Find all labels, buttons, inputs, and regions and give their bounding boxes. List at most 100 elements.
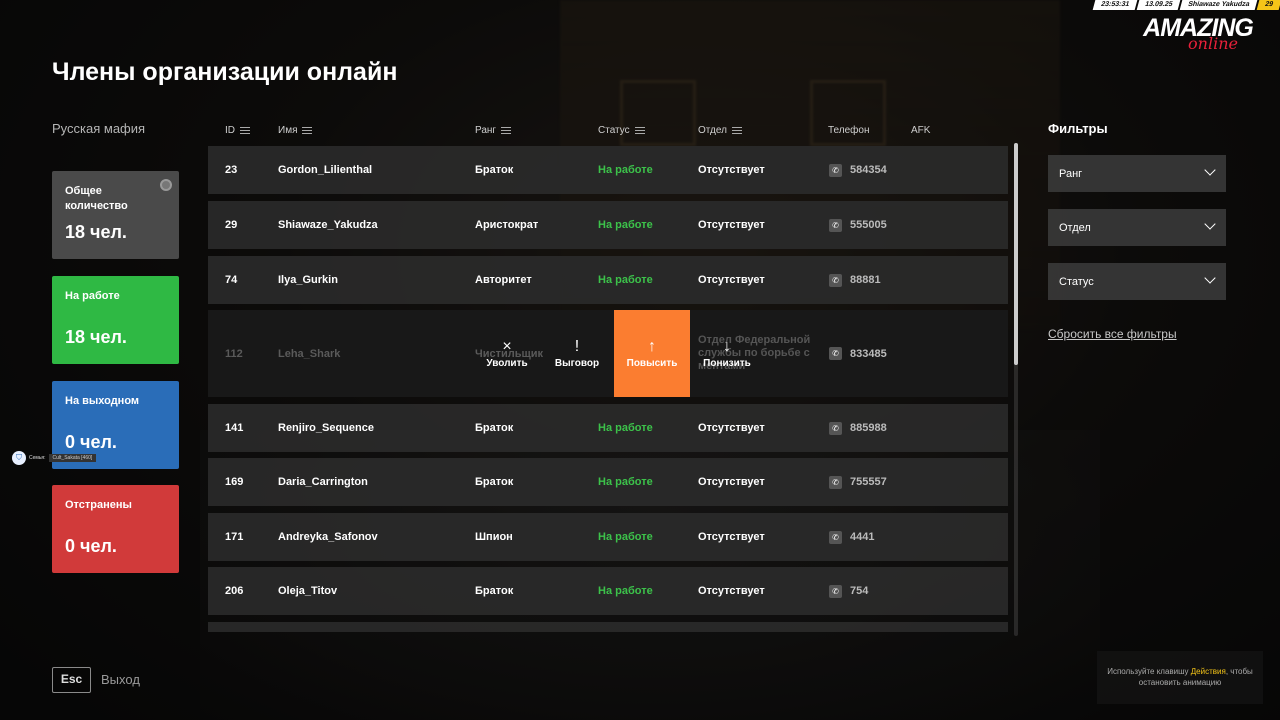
sort-icon	[731, 127, 742, 134]
hint-key: Действия	[1190, 667, 1226, 676]
cell-rank: Браток	[475, 585, 514, 597]
cell-id: 74	[225, 274, 238, 286]
phone-number: 833485	[850, 347, 887, 360]
column-header-id[interactable]: ID	[225, 125, 250, 136]
phone-icon: ✆	[829, 421, 842, 435]
cell-department: Отсутствует	[698, 531, 765, 543]
cell-name: Daria_Carrington	[278, 476, 368, 488]
stat-card-at-work[interactable]: На работе 18 чел.	[52, 276, 179, 364]
filter-status-dropdown[interactable]: Статус	[1048, 263, 1226, 300]
chevron-down-icon	[1204, 164, 1216, 176]
hint-text-before: Используйте клавишу	[1107, 667, 1191, 676]
column-header-name[interactable]: Имя	[278, 125, 313, 136]
chevron-down-icon	[1204, 272, 1216, 284]
filter-rank-dropdown[interactable]: Ранг	[1048, 155, 1226, 192]
family-tag: ⛉ Семья: Cult_Sakata [460]	[12, 451, 97, 465]
cell-status: На работе	[598, 219, 653, 231]
phone-icon: ✆	[829, 584, 842, 598]
cell-rank: Браток	[475, 422, 514, 434]
filter-department-dropdown[interactable]: Отдел	[1048, 209, 1226, 246]
filter-label: Отдел	[1059, 221, 1091, 234]
reset-filters-link[interactable]: Сбросить все фильтры	[1048, 327, 1177, 341]
cell-rank: Авторитет	[475, 274, 532, 286]
phone-number: 754	[850, 585, 869, 597]
cell-department: Отсутствует	[698, 476, 765, 488]
stat-card-total[interactable]: Общее количество 18 чел.	[52, 171, 179, 259]
row-actions: × Уволить ! Выговор ↑ Повысить ↓ Понизит…	[472, 310, 762, 397]
stat-label: На выходном	[65, 395, 140, 407]
cell-id: 206	[225, 585, 244, 597]
column-label: ID	[225, 125, 235, 136]
phone-number: 584354	[850, 164, 887, 176]
exclamation-icon: !	[574, 338, 580, 355]
table-row[interactable]: 169 Daria_Carrington Браток На работе От…	[208, 458, 1008, 506]
phone-number: 555005	[850, 219, 887, 231]
table-row[interactable]: 141 Renjiro_Sequence Браток На работе От…	[208, 404, 1008, 452]
cell-name: Andreyka_Safonov	[278, 531, 378, 543]
phone-icon: ✆	[829, 163, 842, 177]
table-row[interactable]: 23 Gordon_Lilienthal Браток На работе От…	[208, 146, 1008, 194]
table-row[interactable]: 74 Ilya_Gurkin Авторитет На работе Отсут…	[208, 256, 1008, 304]
cell-department: Отсутствует	[698, 422, 765, 434]
cell-status: На работе	[598, 531, 653, 543]
action-label: Выговор	[554, 358, 600, 369]
cell-id: 171	[225, 531, 244, 543]
cell-id: 23	[225, 164, 238, 176]
hud-level: 29	[1256, 0, 1280, 10]
sort-icon	[302, 127, 313, 134]
family-name: Cult_Sakata [460]	[48, 454, 97, 462]
scrollbar-thumb[interactable]	[1014, 143, 1018, 365]
promote-button[interactable]: ↑ Повысить	[614, 310, 690, 397]
cell-status: На работе	[598, 585, 653, 597]
stat-value: 18 чел.	[65, 222, 127, 242]
cell-phone: ✆ 555005	[829, 201, 887, 249]
sort-icon	[501, 127, 512, 134]
table-scrollbar[interactable]	[1014, 143, 1018, 636]
hud-player: Shiawaze Yakudza	[1179, 0, 1258, 10]
filters-title: Фильтры	[1048, 121, 1108, 136]
animation-hint: Используйте клавишу Действия, чтобы оста…	[1097, 651, 1263, 704]
cell-phone: ✆ 833485	[829, 310, 887, 397]
hud-bar: 23:53:31 13.09.25 Shiawaze Yakudza 29	[1092, 0, 1280, 10]
column-header-rank[interactable]: Ранг	[475, 125, 512, 136]
hud-time: 23:53:31	[1092, 0, 1137, 10]
cell-phone: ✆ 584354	[829, 146, 887, 194]
family-shield-icon: ⛉	[12, 451, 26, 465]
column-header-department[interactable]: Отдел	[698, 125, 742, 136]
column-label: Отдел	[698, 125, 727, 136]
cell-department: Отсутствует	[698, 219, 765, 231]
sort-icon	[240, 127, 250, 134]
radio-indicator-icon	[160, 179, 172, 191]
stat-label: На работе	[65, 290, 120, 302]
cell-status: На работе	[598, 274, 653, 286]
table-row-selected[interactable]: 112 Leha_Shark Чистильщик Отдел Федераль…	[208, 310, 1008, 397]
cell-phone: ✆ 885988	[829, 404, 887, 452]
exit-label[interactable]: Выход	[101, 672, 140, 687]
fire-button[interactable]: × Уволить	[472, 310, 542, 397]
stat-label: Общее количество	[65, 185, 128, 212]
column-header-status[interactable]: Статус	[598, 125, 645, 136]
cell-rank: Браток	[475, 164, 514, 176]
table-row[interactable]: 206 Oleja_Titov Браток На работе Отсутст…	[208, 567, 1008, 615]
esc-key-button[interactable]: Esc	[52, 667, 91, 693]
stat-value: 0 чел.	[65, 432, 117, 452]
table-row[interactable]: 29 Shiawaze_Yakudza Аристократ На работе…	[208, 201, 1008, 249]
stat-card-suspended[interactable]: Отстранены 0 чел.	[52, 485, 179, 573]
cell-name: Leha_Shark	[278, 347, 341, 360]
organization-name: Русская мафия	[52, 121, 146, 136]
column-label: Телефон	[828, 125, 870, 136]
stat-value: 0 чел.	[65, 536, 117, 556]
cell-status: На работе	[598, 422, 653, 434]
cell-name: Renjiro_Sequence	[278, 422, 374, 434]
column-header-afk: AFK	[911, 125, 930, 136]
table-row-partial[interactable]	[208, 622, 1008, 632]
demote-button[interactable]: ↓ Понизить	[692, 310, 762, 397]
cell-status: На работе	[598, 164, 653, 176]
phone-icon: ✆	[829, 273, 842, 287]
column-label: AFK	[911, 125, 931, 136]
phone-number: 4441	[850, 531, 875, 543]
table-row[interactable]: 171 Andreyka_Safonov Шпион На работе Отс…	[208, 513, 1008, 561]
reprimand-button[interactable]: ! Выговор	[542, 310, 612, 397]
column-label: Имя	[278, 125, 298, 136]
cell-department: Отсутствует	[698, 274, 765, 286]
